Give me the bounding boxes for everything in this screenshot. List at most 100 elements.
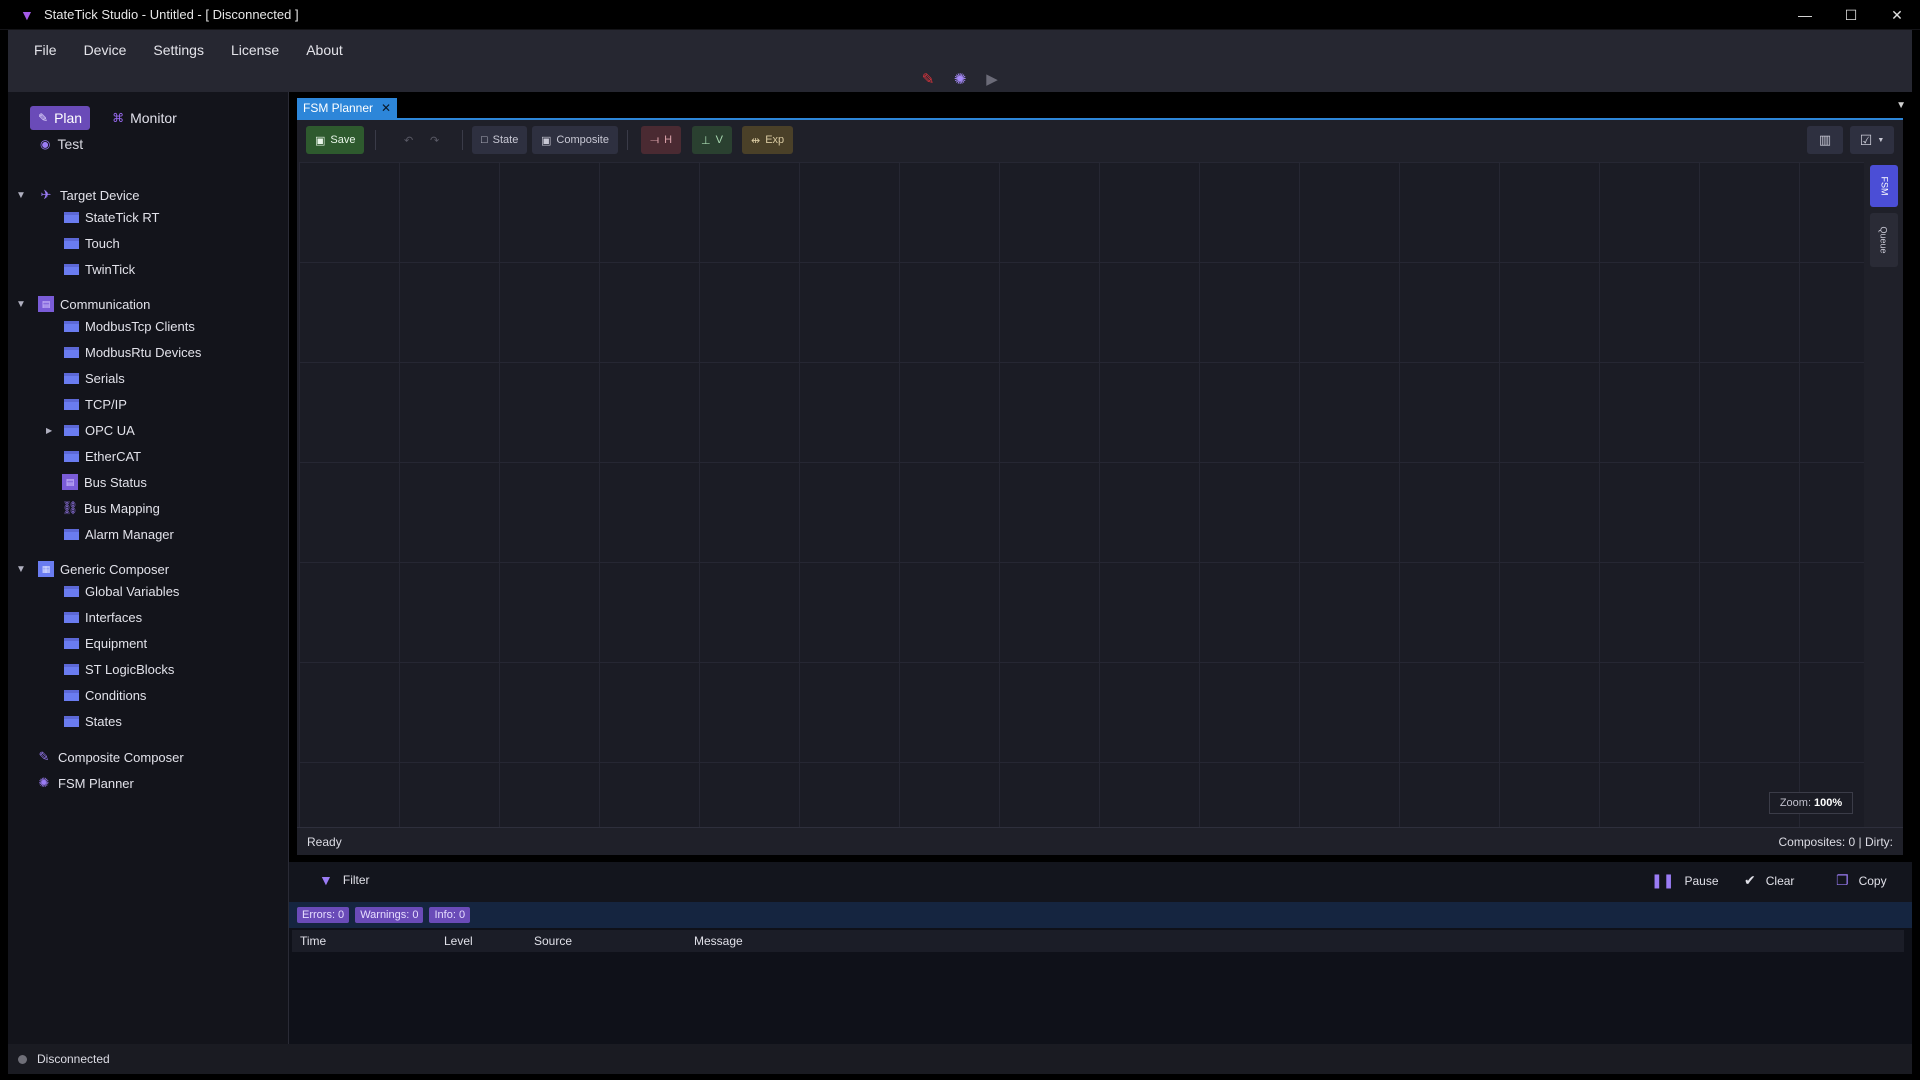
save-button[interactable]: ▣ Save <box>306 126 365 154</box>
column-source[interactable]: Source <box>534 934 572 948</box>
collapse-caret-icon[interactable]: ▶ <box>46 426 64 435</box>
side-tab-label: Queue <box>1879 226 1889 254</box>
tree-item-touch[interactable]: Touch <box>64 232 120 254</box>
state-label: State <box>492 134 519 146</box>
side-tab-queue[interactable]: Queue <box>1870 213 1898 267</box>
tree-item-label: Interfaces <box>85 609 143 625</box>
tree-item-opc-ua[interactable]: ▶ OPC UA <box>46 419 135 441</box>
tree-item-st-logicblocks[interactable]: ST LogicBlocks <box>64 658 174 680</box>
undo-button[interactable]: ↶ <box>395 126 422 154</box>
tree-item-serials[interactable]: Serials <box>64 367 125 389</box>
tree-group-label: Target Device <box>60 187 140 203</box>
side-tab-label: FSM <box>1879 176 1889 196</box>
tab-overflow-menu-icon[interactable]: ▼ <box>1896 100 1906 111</box>
errors-badge[interactable]: Errors: 0 <box>297 907 350 923</box>
clear-button[interactable]: ✔ Clear <box>1744 872 1794 889</box>
maximize-button[interactable]: ☐ <box>1828 0 1874 30</box>
tree-item-global-variables[interactable]: Global Variables <box>64 580 179 602</box>
editor-toolbar: ▣ Save ↶ ↷ □ State ▣ Composite ⟞ H ⊥ V ⇹ <box>297 120 1903 162</box>
close-button[interactable]: ✕ <box>1874 0 1920 30</box>
expand-caret-icon[interactable]: ▼ <box>16 190 28 201</box>
tree-item-interfaces[interactable]: Interfaces <box>64 606 142 628</box>
filter-icon: ▼ <box>319 872 333 888</box>
chart-view-button[interactable]: ▥ <box>1807 126 1843 154</box>
folder-icon <box>64 450 79 462</box>
tree-item-composite-composer[interactable]: ✎ Composite Composer <box>36 746 184 768</box>
folder-icon <box>64 398 79 410</box>
tree-item-statetick-rt[interactable]: StateTick RT <box>64 206 159 228</box>
tree-item-label: Equipment <box>85 635 148 651</box>
gear-icon[interactable]: ✺ <box>951 70 969 88</box>
test-mode-button[interactable]: ◉ Test <box>40 136 83 152</box>
close-tab-icon[interactable]: ✕ <box>381 101 391 115</box>
column-message[interactable]: Message <box>694 934 743 948</box>
menu-file[interactable]: File <box>34 42 57 58</box>
window-controls: — ☐ ✕ <box>1782 0 1920 30</box>
column-level[interactable]: Level <box>444 934 473 948</box>
rocket-icon: ✈ <box>40 187 52 202</box>
align-horizontal-icon: ⟞ <box>650 133 660 146</box>
tree-item-bus-status[interactable]: ▤ Bus Status <box>62 471 147 493</box>
pause-icon: ❚❚ <box>1651 872 1675 888</box>
menu-device[interactable]: Device <box>84 42 127 58</box>
connection-status-dot <box>18 1054 27 1064</box>
tree-item-label: FSM Planner <box>58 775 134 791</box>
fsm-canvas[interactable] <box>299 162 1864 827</box>
column-time[interactable]: Time <box>300 934 326 948</box>
tree-item-equipment[interactable]: Equipment <box>64 632 147 654</box>
align-vertical-button[interactable]: ⊥ V <box>692 126 732 154</box>
pencil-icon: ✎ <box>38 749 50 764</box>
pause-button[interactable]: ❚❚ Pause <box>1651 872 1719 889</box>
play-icon[interactable]: ▶ <box>983 70 1001 88</box>
tree-item-ethercat[interactable]: EtherCAT <box>64 445 141 467</box>
filter-button[interactable]: ▼ Filter <box>319 872 370 888</box>
tab-label: FSM Planner <box>303 101 374 115</box>
status-bar: Disconnected <box>8 1044 1912 1074</box>
warnings-badge[interactable]: Warnings: 0 <box>355 907 424 923</box>
tree-group-target-device[interactable]: ▼ ✈ Target Device <box>16 184 139 206</box>
expand-button[interactable]: ⇹ Exp <box>742 126 794 154</box>
tree-item-twintick[interactable]: TwinTick <box>64 258 135 280</box>
tree-group-generic-composer[interactable]: ▼ ▦ Generic Composer <box>16 558 169 580</box>
tree-item-modbustcp-clients[interactable]: ModbusTcp Clients <box>64 315 195 337</box>
add-state-button[interactable]: □ State <box>472 126 528 154</box>
side-tab-fsm[interactable]: FSM <box>1870 165 1898 207</box>
link-icon: ⛓ <box>61 500 79 515</box>
tree-item-label: EtherCAT <box>85 448 142 464</box>
tree-item-tcp-ip[interactable]: TCP/IP <box>64 393 127 415</box>
add-composite-button[interactable]: ▣ Composite <box>532 126 618 154</box>
menu-settings[interactable]: Settings <box>153 42 204 58</box>
tab-fsm-planner[interactable]: FSM Planner ✕ <box>297 98 398 118</box>
composites-count: Composites: 0 | Dirty: <box>1778 834 1893 849</box>
connect-plug-icon[interactable]: ✎ <box>919 70 937 88</box>
tree-item-states[interactable]: States <box>64 710 122 732</box>
expand-caret-icon[interactable]: ▼ <box>16 299 28 310</box>
monitor-mode-button[interactable]: ⌘ Monitor <box>104 106 185 130</box>
expand-caret-icon[interactable]: ▼ <box>16 564 28 575</box>
tree-item-conditions[interactable]: Conditions <box>64 684 146 706</box>
tree-item-fsm-planner[interactable]: ✺ FSM Planner <box>36 772 134 794</box>
info-badge[interactable]: Info: 0 <box>429 907 471 923</box>
redo-button[interactable]: ↷ <box>421 126 448 154</box>
folder-icon <box>64 211 79 223</box>
align-horizontal-button[interactable]: ⟞ H <box>641 126 682 154</box>
editor-status-text: Ready <box>307 834 342 849</box>
chart-options-dropdown[interactable]: ☑ ▼ <box>1850 126 1894 154</box>
exp-label: Exp <box>765 134 785 146</box>
tree-item-bus-mapping[interactable]: ⛓ Bus Mapping <box>62 497 160 519</box>
test-icon: ◉ <box>40 137 51 151</box>
tree-group-communication[interactable]: ▼ ▤ Communication <box>16 293 150 315</box>
fsm-planner-editor: ▣ Save ↶ ↷ □ State ▣ Composite ⟞ H ⊥ V ⇹ <box>297 120 1903 855</box>
minimize-button[interactable]: — <box>1782 0 1828 30</box>
menu-about[interactable]: About <box>306 42 343 58</box>
tree-item-alarm-manager[interactable]: Alarm Manager <box>64 523 174 545</box>
zoom-indicator: Zoom: 100% <box>1769 792 1853 814</box>
copy-icon: ❐ <box>1836 872 1849 888</box>
tree-item-label: Composite Composer <box>58 749 184 765</box>
plan-mode-button[interactable]: ✎ Plan <box>30 106 91 130</box>
menu-license[interactable]: License <box>231 42 279 58</box>
network-icon: ▤ <box>38 296 54 312</box>
folder-icon <box>64 237 79 249</box>
tree-item-modbusrtu-devices[interactable]: ModbusRtu Devices <box>64 341 201 363</box>
copy-button[interactable]: ❐ Copy <box>1836 872 1887 889</box>
